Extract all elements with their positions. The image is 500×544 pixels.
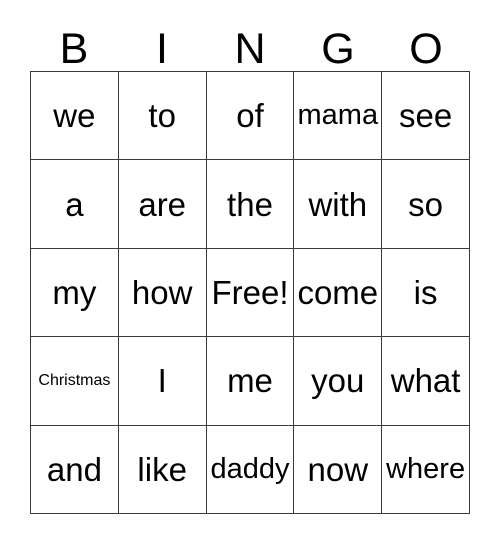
bingo-cell[interactable]: the [206, 160, 295, 249]
bingo-cell[interactable]: like [118, 425, 207, 514]
bingo-cell-label: the [227, 185, 273, 223]
bingo-cell-label: see [398, 97, 453, 135]
bingo-cell-label: me [227, 362, 273, 400]
bingo-cell-label: with [308, 185, 368, 223]
bingo-cell[interactable]: you [294, 337, 383, 426]
bingo-cell[interactable]: and [31, 425, 119, 514]
bingo-cell[interactable]: where [382, 425, 470, 514]
header-letter-text: O [409, 25, 443, 73]
bingo-cell-label: is [413, 273, 438, 311]
bingo-cell-label: Free! [211, 273, 289, 311]
bingo-cell-label: Christmas [38, 371, 111, 389]
header-letter-text: I [156, 25, 168, 73]
bingo-cell[interactable]: are [118, 160, 207, 249]
bingo-cell[interactable]: with [294, 160, 383, 249]
bingo-cell-label: like [137, 450, 187, 488]
bingo-cell-free[interactable]: Free! [206, 248, 295, 338]
bingo-header-row: B I N G O [30, 14, 470, 71]
bingo-cell-label: so [408, 185, 444, 223]
bingo-cell-label: are [138, 185, 187, 223]
bingo-header-letter-n: N [206, 14, 294, 71]
bingo-header-letter-g: G [294, 14, 382, 71]
bingo-cell[interactable]: come [294, 248, 383, 338]
header-letter-text: G [321, 25, 355, 73]
bingo-cell[interactable]: is [382, 248, 470, 338]
bingo-cell-label: and [46, 450, 102, 488]
bingo-cell[interactable]: what [382, 337, 470, 426]
bingo-cell[interactable]: me [206, 337, 295, 426]
bingo-cell[interactable]: so [382, 160, 470, 249]
bingo-header-letter-b: B [30, 14, 118, 71]
bingo-cell-label: mama [297, 99, 379, 132]
bingo-cell-label: a [65, 185, 84, 223]
bingo-cell-label: to [148, 97, 176, 135]
bingo-cell-label: you [311, 362, 365, 400]
bingo-cell[interactable]: mama [294, 72, 383, 161]
bingo-cell[interactable]: I [118, 337, 207, 426]
header-letter-text: N [234, 25, 266, 73]
bingo-cell[interactable]: a [31, 160, 119, 249]
bingo-cell-label: I [157, 362, 167, 400]
bingo-header-letter-i: I [118, 14, 206, 71]
bingo-cell[interactable]: my [31, 248, 119, 338]
bingo-cell[interactable]: to [118, 72, 207, 161]
bingo-cell-label: where [386, 452, 466, 485]
bingo-cell-label: come [297, 273, 379, 311]
bingo-cell[interactable]: we [31, 72, 119, 161]
bingo-cell[interactable]: daddy [206, 425, 295, 514]
bingo-cell[interactable]: now [294, 425, 383, 514]
bingo-cell-label: what [390, 362, 461, 400]
bingo-grid: we to of mama see a are the with so my h… [30, 71, 470, 514]
bingo-cell-label: daddy [210, 452, 290, 485]
bingo-cell[interactable]: see [382, 72, 470, 161]
bingo-cell[interactable]: how [118, 248, 207, 338]
bingo-header-letter-o: O [382, 14, 470, 71]
bingo-cell-label: of [236, 97, 264, 135]
bingo-cell-label: my [52, 273, 97, 311]
bingo-cell[interactable]: of [206, 72, 295, 161]
bingo-cell-label: we [53, 97, 96, 135]
bingo-cell-label: now [307, 450, 369, 488]
bingo-card: B I N G O we to of mama see a are the wi… [0, 0, 500, 544]
bingo-cell[interactable]: Christmas [31, 337, 119, 426]
header-letter-text: B [59, 25, 89, 73]
bingo-cell-label: how [131, 273, 193, 311]
